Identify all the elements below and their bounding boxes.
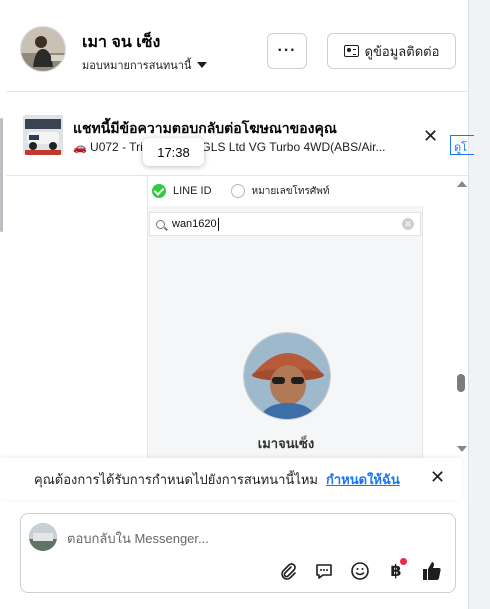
- message-icon[interactable]: [313, 560, 335, 582]
- card-icon: [343, 45, 359, 57]
- more-options-button[interactable]: ···: [267, 33, 307, 69]
- resize-handle[interactable]: [0, 118, 3, 232]
- radio-selected-icon: [152, 184, 166, 198]
- ad-thumbnail[interactable]: [23, 115, 63, 155]
- ad-reply-banner: แชทนี้มีข้อความตอบกลับต่อโฆษณาของคุณ 🚗 U…: [6, 96, 474, 176]
- assign-prompt-text: คุณต้องการได้รับการกำหนดไปยังการสนทนานี้…: [34, 471, 318, 487]
- right-edge-strip: [468, 0, 490, 609]
- caret-down-icon: [197, 62, 208, 68]
- message-list[interactable]: LINE ID หมายเลขโทรศัพท์ wan1620 ✕ เมาจนเ…: [6, 176, 468, 458]
- contact-name: เมา จน เซ็ง: [82, 34, 161, 51]
- ad-banner-title: แชทนี้มีข้อความตอบกลับต่อโฆษณาของคุณ: [73, 120, 337, 136]
- scroll-down-icon[interactable]: [457, 446, 467, 452]
- close-icon[interactable]: ✕: [430, 468, 445, 486]
- close-icon[interactable]: ✕: [423, 127, 438, 145]
- timestamp-tooltip: 17:38: [143, 138, 204, 166]
- assign-conversation-dropdown[interactable]: มอบหมายการสนทนานี้: [82, 56, 208, 74]
- profile-photo: [243, 332, 331, 420]
- image-search-field: wan1620 ✕: [149, 212, 421, 236]
- text-cursor: [217, 217, 219, 231]
- attach-icon[interactable]: [277, 560, 299, 582]
- message-composer: ฿: [20, 513, 456, 593]
- ad-banner-subtitle: 🚗 U072 - Tri e Cab 2.5 GLS Ltd VG Turbo …: [73, 140, 445, 154]
- conversation-header: เมา จน เซ็ง มอบหมายการสนทนานี้ ··· ดูข้อ…: [6, 6, 468, 92]
- id-type-radio-group: LINE ID หมายเลขโทรศัพท์: [148, 176, 424, 206]
- image-search-value: wan1620: [172, 218, 217, 230]
- view-contact-label: ดูข้อมูลติดต่อ: [364, 43, 440, 59]
- notification-dot: [400, 558, 407, 565]
- view-ad-button[interactable]: ดูโ: [450, 135, 474, 155]
- page-avatar: [29, 523, 57, 551]
- search-icon: [156, 219, 165, 229]
- radio-unselected-icon: [230, 184, 245, 198]
- contact-avatar[interactable]: [20, 26, 66, 72]
- assign-prompt-bar: คุณต้องการได้รับการกำหนดไปยังการสนทนานี้…: [0, 458, 462, 500]
- assign-to-me-link[interactable]: กำหนดให้ฉัน: [326, 469, 400, 490]
- composer-toolbar: ฿: [277, 558, 443, 582]
- ad-subtitle-text: U072 - Tri e Cab 2.5 GLS Ltd VG Turbo 4W…: [90, 140, 386, 154]
- clear-icon: ✕: [402, 218, 414, 230]
- thumbs-up-icon[interactable]: [421, 560, 443, 582]
- radio-line-id-label: LINE ID: [173, 185, 212, 197]
- message-scrollbar[interactable]: [455, 176, 468, 458]
- profile-name: เมาจนเซ็ง: [257, 436, 315, 451]
- radio-phone-label: หมายเลขโทรศัพท์: [251, 185, 330, 197]
- baht-icon[interactable]: ฿: [385, 558, 407, 582]
- emoji-icon[interactable]: [349, 560, 371, 582]
- scroll-thumb[interactable]: [457, 374, 465, 392]
- shared-screenshot-image[interactable]: LINE ID หมายเลขโทรศัพท์ wan1620 ✕ เมาจนเ…: [147, 176, 424, 458]
- scroll-up-icon[interactable]: [457, 181, 467, 187]
- car-icon: 🚗: [73, 142, 87, 154]
- reply-input[interactable]: [67, 526, 427, 550]
- assign-label: มอบหมายการสนทนานี้: [82, 60, 192, 72]
- view-contact-button[interactable]: ดูข้อมูลติดต่อ: [327, 33, 456, 69]
